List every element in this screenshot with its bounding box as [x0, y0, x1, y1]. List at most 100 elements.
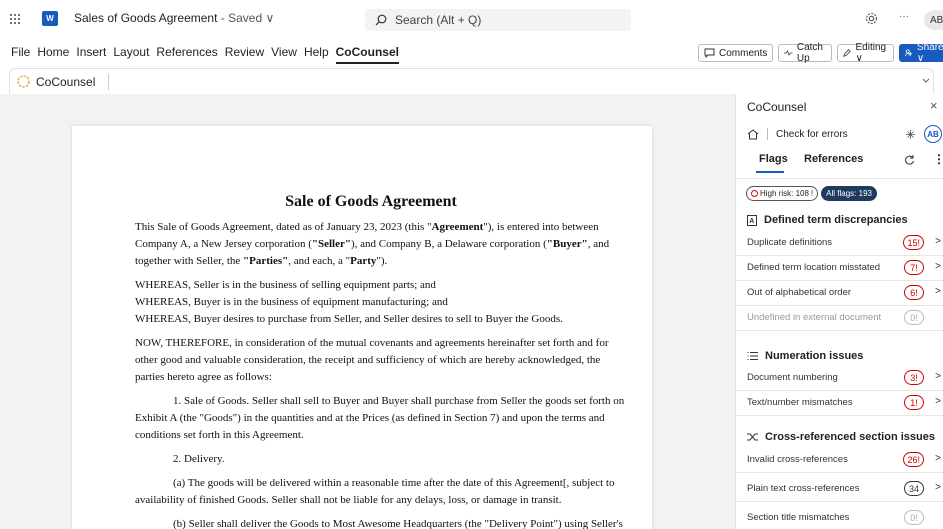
menu-review[interactable]: Review: [225, 45, 264, 64]
flag-row[interactable]: Duplicate definitions 15! >: [736, 231, 943, 256]
whereas-1: WHEREAS, Seller is in the business of se…: [135, 279, 436, 291]
section-cross-references: Cross-referenced section issues: [747, 431, 935, 443]
share-button[interactable]: Share ∨: [899, 42, 943, 64]
panel-menu-icon[interactable]: ⋮: [933, 152, 943, 166]
whereas-3: WHEREAS, Buyer desires to purchase from …: [135, 313, 563, 325]
flag-row[interactable]: Invalid cross-references 26! >: [736, 448, 943, 473]
app-launcher-icon[interactable]: [9, 13, 21, 25]
comments-label: Comments: [719, 47, 768, 59]
more-options-button[interactable]: ···: [899, 11, 909, 22]
menu-view[interactable]: View: [271, 45, 297, 64]
intro-paragraph: This Sale of Goods Agreement, dated as o…: [135, 219, 627, 270]
flag-count: 15: [907, 237, 918, 248]
flag-row[interactable]: Text/number mismatches 1! >: [736, 391, 943, 416]
tab-references[interactable]: References: [804, 153, 863, 165]
sparkle-icon[interactable]: [905, 129, 916, 140]
word-logo-icon: W: [42, 11, 58, 26]
flag-count-badge: 7!: [904, 260, 924, 275]
menu-help[interactable]: Help: [304, 45, 329, 64]
section-cross-references-title: Cross-referenced section issues: [765, 431, 935, 443]
check-for-errors-label: Check for errors: [776, 128, 848, 140]
flag-label: Section title mismatches: [747, 512, 850, 523]
document-body: Sale of Goods Agreement This Sale of Goo…: [72, 193, 627, 529]
intro-term-seller: "Seller": [311, 238, 351, 250]
document-heading: Sale of Goods Agreement: [285, 193, 457, 210]
flag-count-badge: 0!: [904, 310, 924, 325]
flag-count-badge: 1!: [904, 395, 924, 410]
panel-title: CoCounsel: [747, 100, 807, 114]
flag-count: 3: [910, 372, 916, 383]
flag-row: Section title mismatches 0!: [736, 506, 943, 529]
comments-button[interactable]: Comments: [698, 44, 774, 62]
panel-avatar[interactable]: AB: [924, 125, 942, 143]
refresh-icon[interactable]: [904, 154, 915, 165]
pencil-icon: [843, 49, 852, 57]
chevron-right-icon: >: [935, 371, 941, 382]
section-defined-terms: A Defined term discrepancies: [747, 214, 908, 226]
section-2b: (b) Seller shall deliver the Goods to Mo…: [173, 518, 623, 529]
chevron-right-icon: >: [935, 396, 941, 407]
flag-label: Text/number mismatches: [747, 397, 853, 408]
whereas-2: WHEREAS, Buyer is in the business of equ…: [135, 296, 448, 308]
flag-label: Undefined in external document: [747, 312, 882, 323]
intro-text-6: ").: [376, 255, 388, 267]
high-risk-chip[interactable]: High risk: 108!: [746, 186, 819, 201]
flag-count: 26: [907, 454, 918, 465]
flag-label: Plain text cross-references: [747, 483, 860, 494]
flag-row[interactable]: Document numbering 3! >: [736, 366, 943, 391]
document-canvas: Sale of Goods Agreement This Sale of Goo…: [0, 94, 735, 529]
catch-up-label: Catch Up: [796, 42, 823, 64]
settings-gear-icon[interactable]: [865, 12, 878, 25]
user-avatar[interactable]: AB: [924, 10, 943, 30]
intro-text-3: ), and Company B, a Delaware corporation…: [350, 238, 547, 250]
flag-count: 34: [908, 483, 919, 494]
ribbon-actions: Comments Catch Up Editing ∨ Share ∨: [698, 42, 943, 64]
home-icon[interactable]: [747, 128, 759, 140]
chevron-right-icon: >: [935, 236, 941, 247]
tab-flags[interactable]: Flags: [759, 153, 788, 173]
flag-label: Document numbering: [747, 372, 838, 383]
menu-insert[interactable]: Insert: [76, 45, 106, 64]
high-risk-label: High risk: 108: [760, 189, 809, 198]
menu-layout[interactable]: Layout: [113, 45, 149, 64]
flag-count-badge: 15!: [903, 235, 924, 250]
search-box[interactable]: Search (Alt + Q): [365, 9, 631, 31]
toolbar-divider: [108, 73, 110, 90]
chevron-down-icon[interactable]: [921, 75, 931, 85]
editing-label: Editing ∨: [855, 42, 887, 64]
menu-bar: File Home Insert Layout References Revie…: [11, 45, 406, 64]
flag-count: 7: [910, 262, 916, 273]
share-label: Share ∨: [916, 42, 943, 64]
document-name: Sales of Goods Agreement: [74, 11, 218, 25]
saved-status: - Saved ∨: [217, 11, 275, 25]
menu-cocounsel[interactable]: CoCounsel: [336, 45, 399, 64]
intro-term-parties: "Parties": [243, 255, 289, 267]
cross-reference-icon: [747, 433, 758, 441]
document-page[interactable]: Sale of Goods Agreement This Sale of Goo…: [72, 126, 652, 529]
nav-divider: [767, 128, 768, 140]
all-flags-chip[interactable]: All flags: 193: [821, 186, 877, 201]
chevron-right-icon: >: [935, 286, 941, 297]
menu-references[interactable]: References: [156, 45, 217, 64]
intro-term-agreement: Agreement: [431, 221, 484, 233]
menu-file[interactable]: File: [11, 45, 30, 64]
recitals: WHEREAS, Seller is in the business of se…: [135, 277, 627, 328]
document-title[interactable]: Sales of Goods Agreement - Saved ∨: [74, 11, 274, 25]
numbered-list-icon: [747, 352, 758, 360]
cocounsel-toolbar-label: CoCounsel: [36, 74, 96, 89]
section-2-heading: 2. Delivery.: [173, 453, 225, 465]
chevron-right-icon: >: [935, 453, 941, 464]
editing-mode-button[interactable]: Editing ∨: [837, 42, 895, 64]
cocounsel-toolbar: CoCounsel: [9, 68, 934, 94]
intro-text-1: This Sale of Goods Agreement, dated as o…: [135, 221, 432, 233]
all-flags-label: All flags: 193: [826, 189, 872, 198]
panel-tabs: Flags References ⋮: [736, 152, 943, 177]
cocounsel-toolbar-button[interactable]: CoCounsel: [10, 75, 95, 89]
menu-home[interactable]: Home: [37, 45, 69, 64]
catch-up-button[interactable]: Catch Up: [778, 42, 833, 64]
flag-row[interactable]: Defined term location misstated 7! >: [736, 256, 943, 281]
search-placeholder: Search (Alt + Q): [395, 13, 482, 27]
close-icon[interactable]: ×: [930, 98, 938, 113]
flag-row[interactable]: Plain text cross-references 34 >: [736, 477, 943, 502]
flag-row[interactable]: Out of alphabetical order 6! >: [736, 281, 943, 306]
